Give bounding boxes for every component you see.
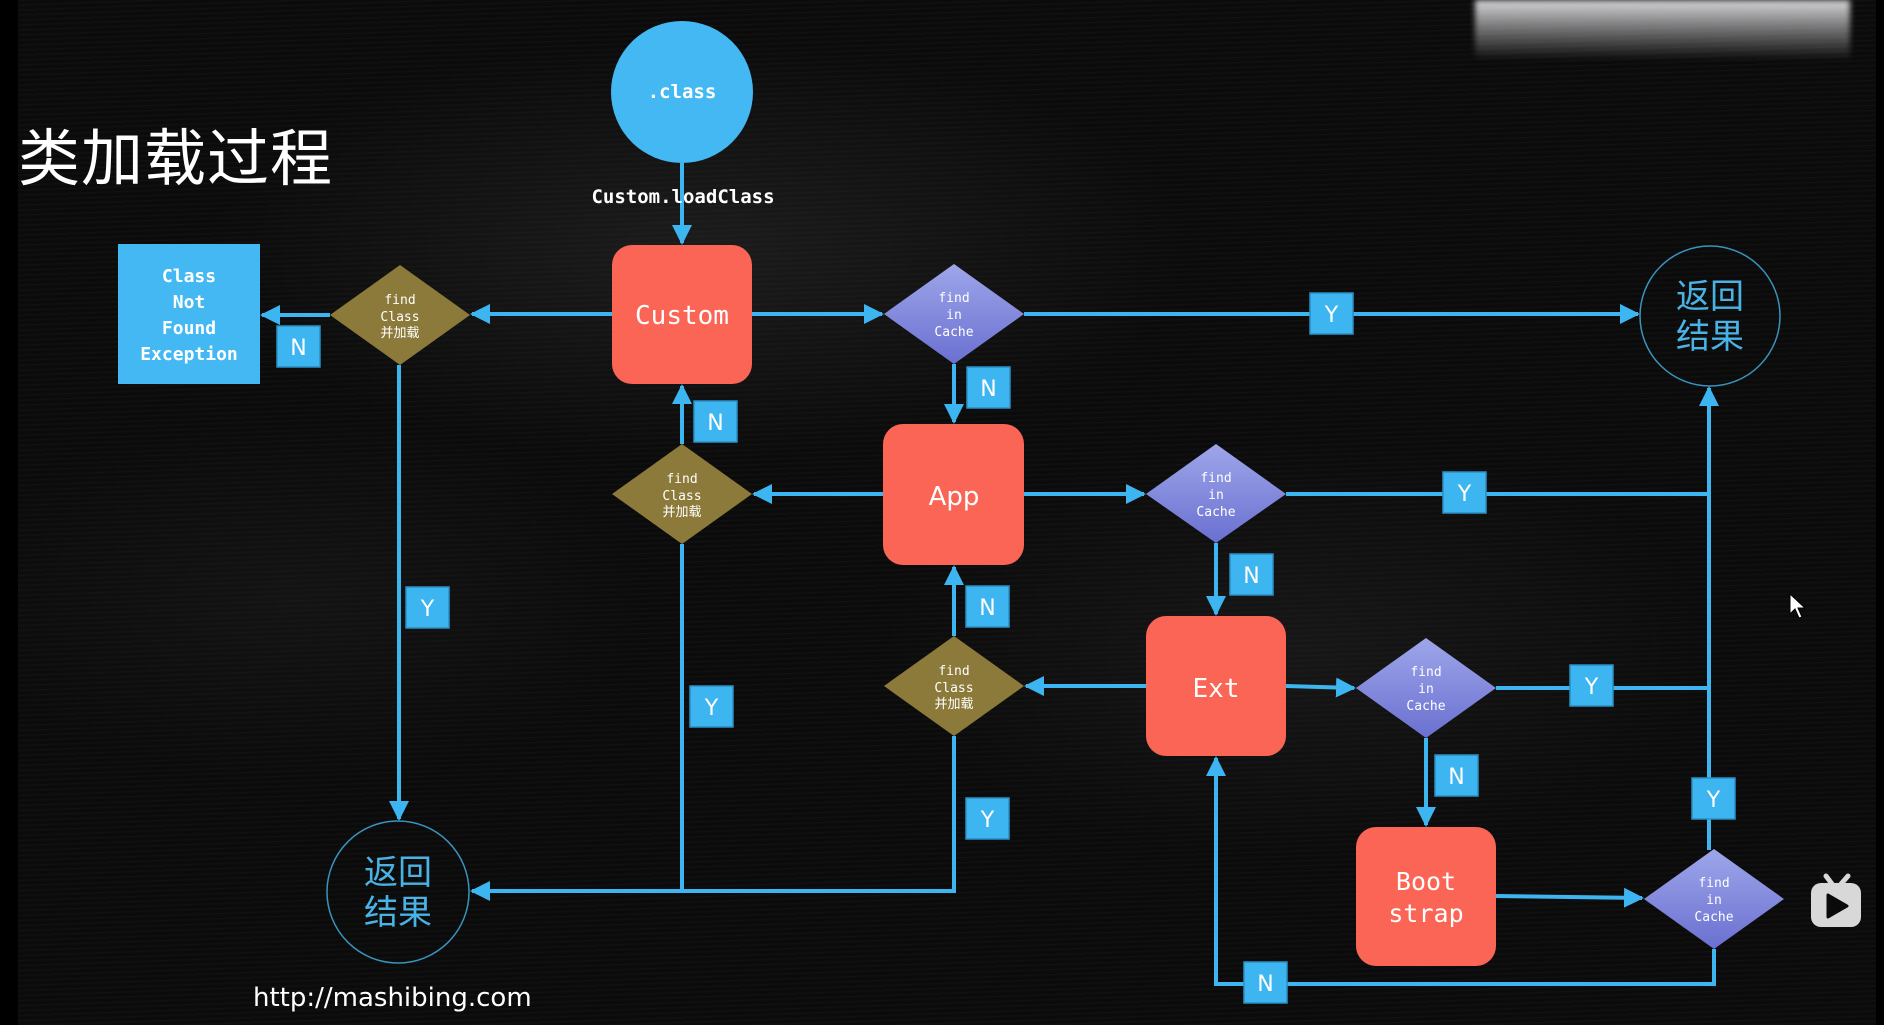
result-line2: 结果 [1676, 317, 1744, 357]
cache-decision-custom: find in Cache [884, 264, 1024, 364]
exception-line2: Not [173, 292, 206, 313]
edge-label-text: Y [1457, 482, 1472, 507]
class-not-found-exception-node: Class Not Found Exception [118, 244, 260, 384]
find-class-line3: 并加载 [662, 505, 701, 520]
edge-ext-to-cache3 [1285, 677, 1356, 698]
label-findclass2-yes: Y [689, 685, 734, 728]
mouse-pointer-icon [1789, 592, 1807, 619]
exception-line4: Exception [140, 344, 238, 365]
label-cache2-yes: Y [1442, 471, 1487, 514]
ext-label: Ext [1193, 674, 1240, 704]
edge-label-text: Y [1706, 788, 1721, 813]
edge-label-text: Y [420, 597, 435, 622]
cache-decision-bootstrap: find in Cache [1644, 849, 1784, 949]
class-loading-flowchart: .class Custom.loadClass Custom App Ext B… [118, 21, 1784, 1004]
cache-line3: Cache [1406, 699, 1445, 714]
result-node-bottom: 返回 结果 [326, 820, 470, 964]
custom-loader-node: Custom [612, 245, 752, 384]
cache-line3: Cache [934, 325, 973, 340]
bootstrap-loader-node: Boot strap [1356, 827, 1496, 966]
custom-label: Custom [635, 301, 729, 331]
label-cache3-yes: Y [1569, 664, 1614, 707]
footer-url[interactable]: http://mashibing.com [253, 983, 532, 1013]
edge-label-text: N [1243, 564, 1259, 589]
find-class-line2: Class [380, 310, 419, 325]
start-node: .class [611, 21, 753, 163]
find-class-line1: find [384, 293, 415, 308]
edge-label-text: Y [1324, 303, 1339, 328]
edge-bootstrap-to-cache4 [1495, 887, 1644, 908]
find-class-decision-app: find Class 并加载 [612, 444, 752, 544]
label-findclass3-yes: Y [965, 797, 1010, 840]
cache-line2: in [946, 308, 962, 323]
result-line1: 返回 [364, 853, 432, 893]
edge-label-text: N [979, 596, 995, 621]
bootstrap-label-line1: Boot [1396, 867, 1456, 896]
label-findclass2-no: N [693, 400, 738, 443]
find-class-decision-custom: find Class 并加载 [330, 265, 470, 365]
cache-line1: find [1410, 665, 1441, 680]
start-call-label: Custom.loadClass [591, 186, 774, 208]
find-class-decision-ext: find Class 并加载 [884, 636, 1024, 736]
cache-line1: find [938, 291, 969, 306]
app-loader-node: App [883, 424, 1024, 565]
cache-line3: Cache [1694, 910, 1733, 925]
label-findclass1-no: N [276, 325, 321, 368]
start-label: .class [648, 81, 717, 103]
edge-label-text: N [1257, 972, 1273, 997]
cache-line1: find [1200, 471, 1231, 486]
exception-line3: Found [162, 318, 216, 339]
result-line1: 返回 [1676, 277, 1744, 317]
edge-label-text: N [290, 336, 306, 361]
find-class-line1: find [938, 664, 969, 679]
edge-label-text: N [707, 411, 723, 436]
edge-label-text: Y [704, 696, 719, 721]
cache-line2: in [1706, 893, 1722, 908]
label-cache2-no: N [1229, 553, 1274, 596]
edge-label-text: Y [1584, 675, 1599, 700]
edge-label-text: N [1448, 765, 1464, 790]
edge-label-text: Y [980, 808, 995, 833]
result-line2: 结果 [364, 893, 432, 933]
cache-line1: find [1698, 876, 1729, 891]
bootstrap-label-line2: strap [1388, 899, 1463, 928]
app-label: App [929, 482, 980, 512]
ext-loader-node: Ext [1146, 616, 1286, 756]
connectors [260, 163, 1719, 986]
find-class-line3: 并加载 [380, 326, 419, 341]
find-class-line2: Class [934, 681, 973, 696]
tv-play-icon[interactable] [1808, 873, 1864, 929]
find-class-line1: find [666, 472, 697, 487]
exception-line1: Class [162, 266, 216, 287]
label-findclass3-no: N [965, 585, 1010, 628]
label-cache3-no: N [1434, 754, 1479, 797]
cache-decision-ext: find in Cache [1356, 638, 1496, 738]
result-node-top: 返回 结果 [1639, 245, 1781, 387]
edge-findclass3-yes-to-result [470, 736, 956, 901]
find-class-line3: 并加载 [934, 697, 973, 712]
label-cache1-yes: Y [1309, 292, 1354, 335]
label-cache1-no: N [966, 366, 1011, 409]
cache-line2: in [1418, 682, 1434, 697]
edge-label-text: N [980, 377, 996, 402]
label-cache4-yes: Y [1691, 777, 1736, 820]
cache-line2: in [1208, 488, 1224, 503]
label-cache4-no: N [1243, 961, 1288, 1004]
label-findclass1-yes: Y [405, 586, 450, 629]
find-class-line2: Class [662, 489, 701, 504]
cache-line3: Cache [1196, 505, 1235, 520]
cache-decision-app: find in Cache [1146, 444, 1286, 543]
